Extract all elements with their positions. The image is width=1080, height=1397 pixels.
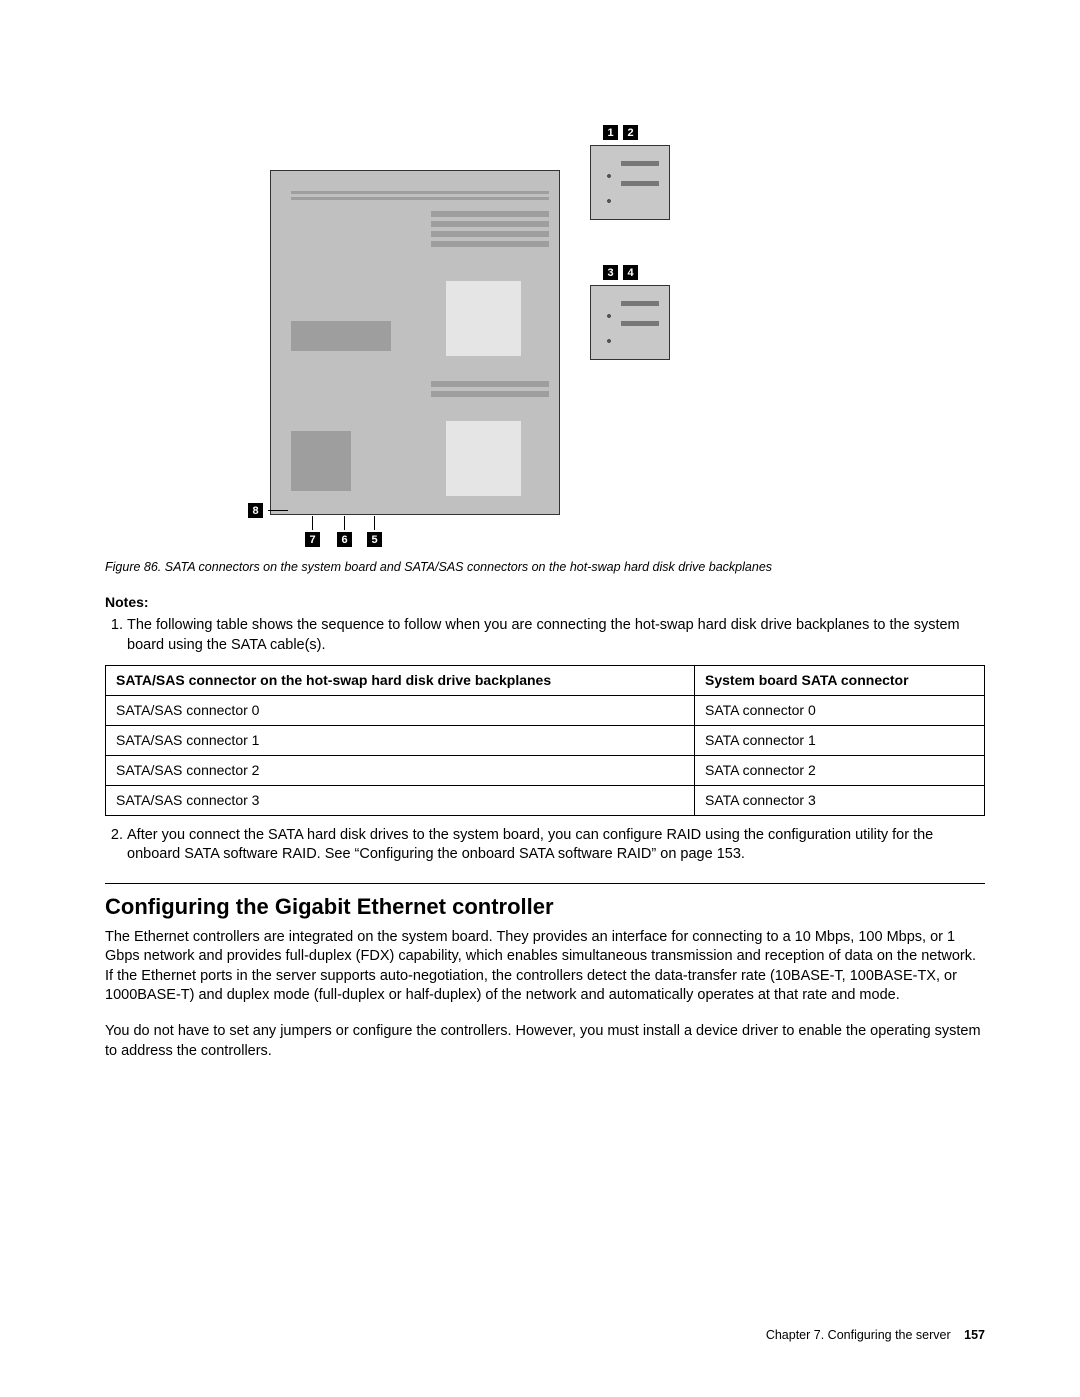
callout-4: 4 <box>623 265 638 280</box>
callout-6: 6 <box>337 532 352 547</box>
table-row: SATA/SAS connector 2 SATA connector 2 <box>106 755 985 785</box>
table-cell: SATA connector 2 <box>695 755 985 785</box>
table-cell: SATA connector 0 <box>695 696 985 726</box>
leader-line <box>344 516 345 530</box>
table-header-1: SATA/SAS connector on the hot-swap hard … <box>106 666 695 696</box>
document-page: 1 2 3 4 5 6 7 8 Figure 86. SATA connecto… <box>0 0 1080 1397</box>
table-header-2: System board SATA connector <box>695 666 985 696</box>
callout-1: 1 <box>603 125 618 140</box>
table-cell: SATA/SAS connector 3 <box>106 785 695 815</box>
leader-line <box>312 516 313 530</box>
callout-8: 8 <box>248 503 263 518</box>
notes-list: The following table shows the sequence t… <box>127 616 985 865</box>
connector-table: SATA/SAS connector on the hot-swap hard … <box>105 665 985 815</box>
system-board-graphic <box>270 170 560 515</box>
section-separator <box>105 883 985 884</box>
notes-item-1: The following table shows the sequence t… <box>127 616 985 816</box>
table-row: SATA/SAS connector 3 SATA connector 3 <box>106 785 985 815</box>
table-cell: SATA connector 3 <box>695 785 985 815</box>
callout-2: 2 <box>623 125 638 140</box>
callout-7: 7 <box>305 532 320 547</box>
table-row: SATA/SAS connector 1 SATA connector 1 <box>106 725 985 755</box>
table-cell: SATA/SAS connector 0 <box>106 696 695 726</box>
figure-86-diagram: 1 2 3 4 5 6 7 8 <box>195 120 895 550</box>
leader-line <box>268 510 288 511</box>
section-paragraph-1: The Ethernet controllers are integrated … <box>105 928 985 1006</box>
table-cell: SATA/SAS connector 2 <box>106 755 695 785</box>
leader-line <box>374 516 375 530</box>
page-footer: Chapter 7. Configuring the server 157 <box>766 1328 985 1342</box>
table-row: SATA/SAS connector 0 SATA connector 0 <box>106 696 985 726</box>
footer-chapter: Chapter 7. Configuring the server <box>766 1328 951 1342</box>
notes-item-2: After you connect the SATA hard disk dri… <box>127 826 985 865</box>
section-paragraph-2: You do not have to set any jumpers or co… <box>105 1022 985 1061</box>
section-title: Configuring the Gigabit Ethernet control… <box>105 894 985 920</box>
table-cell: SATA/SAS connector 1 <box>106 725 695 755</box>
table-cell: SATA connector 1 <box>695 725 985 755</box>
callout-5: 5 <box>367 532 382 547</box>
backplane-graphic-top <box>590 145 670 220</box>
callout-3: 3 <box>603 265 618 280</box>
notes-item-1-text: The following table shows the sequence t… <box>127 617 960 653</box>
backplane-graphic-bottom <box>590 285 670 360</box>
figure-caption: Figure 86. SATA connectors on the system… <box>105 560 985 574</box>
footer-page-number: 157 <box>964 1328 985 1342</box>
notes-heading: Notes: <box>105 594 985 610</box>
